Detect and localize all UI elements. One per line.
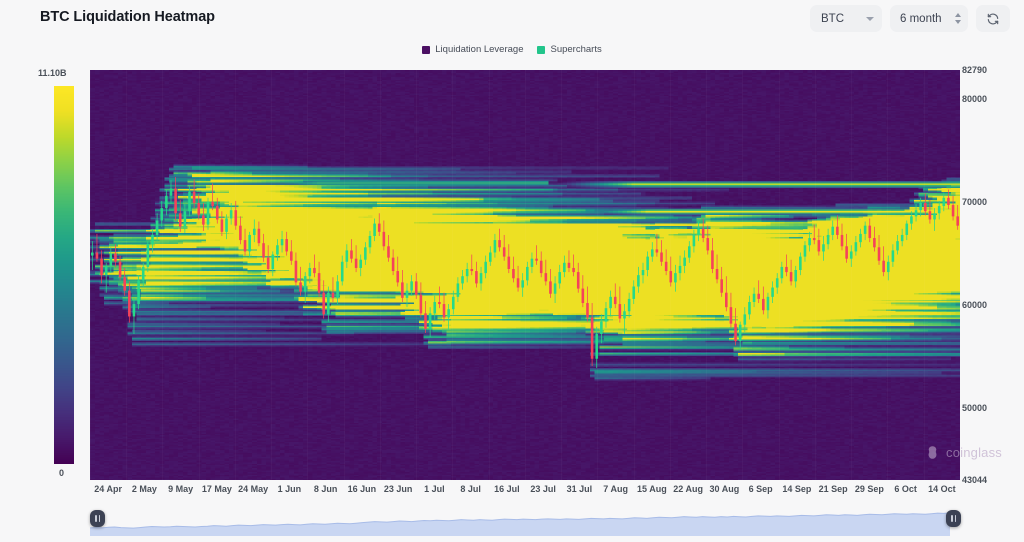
y-axis-tick: 80000 <box>962 94 987 104</box>
colorbar <box>54 86 74 464</box>
y-axis-tick: 60000 <box>962 300 987 310</box>
refresh-icon <box>986 12 1000 26</box>
time-range-select[interactable]: 6 month <box>890 5 968 32</box>
x-axis-tick: 24 Apr <box>94 484 122 494</box>
x-axis-tick: 21 Sep <box>819 484 848 494</box>
x-axis-tick: 22 Aug <box>673 484 703 494</box>
legend-label-liquidation-leverage: Liquidation Leverage <box>435 44 523 55</box>
grip-line <box>951 515 953 522</box>
x-axis-tick: 1 Jul <box>424 484 445 494</box>
x-axis-tick: 8 Jun <box>314 484 338 494</box>
chart-area: 11.10B 0 coinglass 82790 80000 70000 60000 5… <box>0 60 1024 500</box>
legend-label-supercharts: Supercharts <box>550 44 601 55</box>
y-axis-tick: 70000 <box>962 197 987 207</box>
symbol-select[interactable]: BTC <box>810 5 882 32</box>
x-axis-tick: 17 May <box>202 484 232 494</box>
x-axis-tick: 23 Jun <box>384 484 413 494</box>
y-axis-tick: 82790 <box>962 65 987 75</box>
chevron-down-icon <box>866 17 874 21</box>
grip-line <box>955 515 957 522</box>
app-header: BTC Liquidation Heatmap BTC 6 month <box>0 0 1024 40</box>
stepper-up-icon[interactable] <box>955 13 961 17</box>
range-selector[interactable] <box>90 502 960 536</box>
range-right-handle[interactable] <box>946 510 961 527</box>
x-axis-tick: 2 May <box>132 484 157 494</box>
x-axis-tick: 14 Sep <box>782 484 811 494</box>
x-axis-tick: 6 Sep <box>749 484 773 494</box>
y-axis-tick: 50000 <box>962 403 987 413</box>
coinglass-logo-icon <box>925 445 940 460</box>
x-axis-tick: 15 Aug <box>637 484 667 494</box>
x-axis-tick: 29 Sep <box>855 484 884 494</box>
legend-swatch-supercharts <box>537 46 545 54</box>
grip-line <box>99 515 101 522</box>
x-axis-tick: 16 Jun <box>348 484 377 494</box>
range-preview-chart[interactable] <box>90 502 960 536</box>
grip-line <box>95 515 97 522</box>
watermark-label: coinglass <box>946 445 1002 460</box>
legend-item-liquidation-leverage[interactable]: Liquidation Leverage <box>422 44 523 55</box>
page-title: BTC Liquidation Heatmap <box>40 9 215 25</box>
refresh-button[interactable] <box>976 5 1010 32</box>
x-axis-tick: 8 Jul <box>460 484 481 494</box>
coinglass-watermark: coinglass <box>925 445 1002 460</box>
x-axis-tick: 7 Aug <box>603 484 628 494</box>
chart-legend: Liquidation Leverage Supercharts <box>0 44 1024 55</box>
toolbar: BTC 6 month <box>810 5 1010 32</box>
x-axis-tick: 14 Oct <box>928 484 956 494</box>
stepper-icon[interactable] <box>955 13 961 24</box>
x-axis-tick: 23 Jul <box>530 484 556 494</box>
x-axis-tick: 30 Aug <box>710 484 740 494</box>
symbol-select-value: BTC <box>821 13 844 25</box>
y-axis-tick: 43044 <box>962 475 987 485</box>
x-axis-tick: 16 Jul <box>494 484 520 494</box>
legend-item-supercharts[interactable]: Supercharts <box>537 44 601 55</box>
colorbar-min-label: 0 <box>59 468 64 478</box>
colorbar-max-label: 11.10B <box>38 68 67 78</box>
x-axis-tick: 1 Jun <box>278 484 302 494</box>
legend-swatch-liquidation-leverage <box>422 46 430 54</box>
x-axis-tick: 6 Oct <box>894 484 917 494</box>
x-axis-tick: 31 Jul <box>567 484 593 494</box>
x-axis-tick: 24 May <box>238 484 268 494</box>
x-axis-tick: 9 May <box>168 484 193 494</box>
range-left-handle[interactable] <box>90 510 105 527</box>
liquidation-heatmap-plot[interactable] <box>90 70 960 480</box>
time-range-value: 6 month <box>900 13 942 25</box>
stepper-down-icon[interactable] <box>955 20 961 24</box>
